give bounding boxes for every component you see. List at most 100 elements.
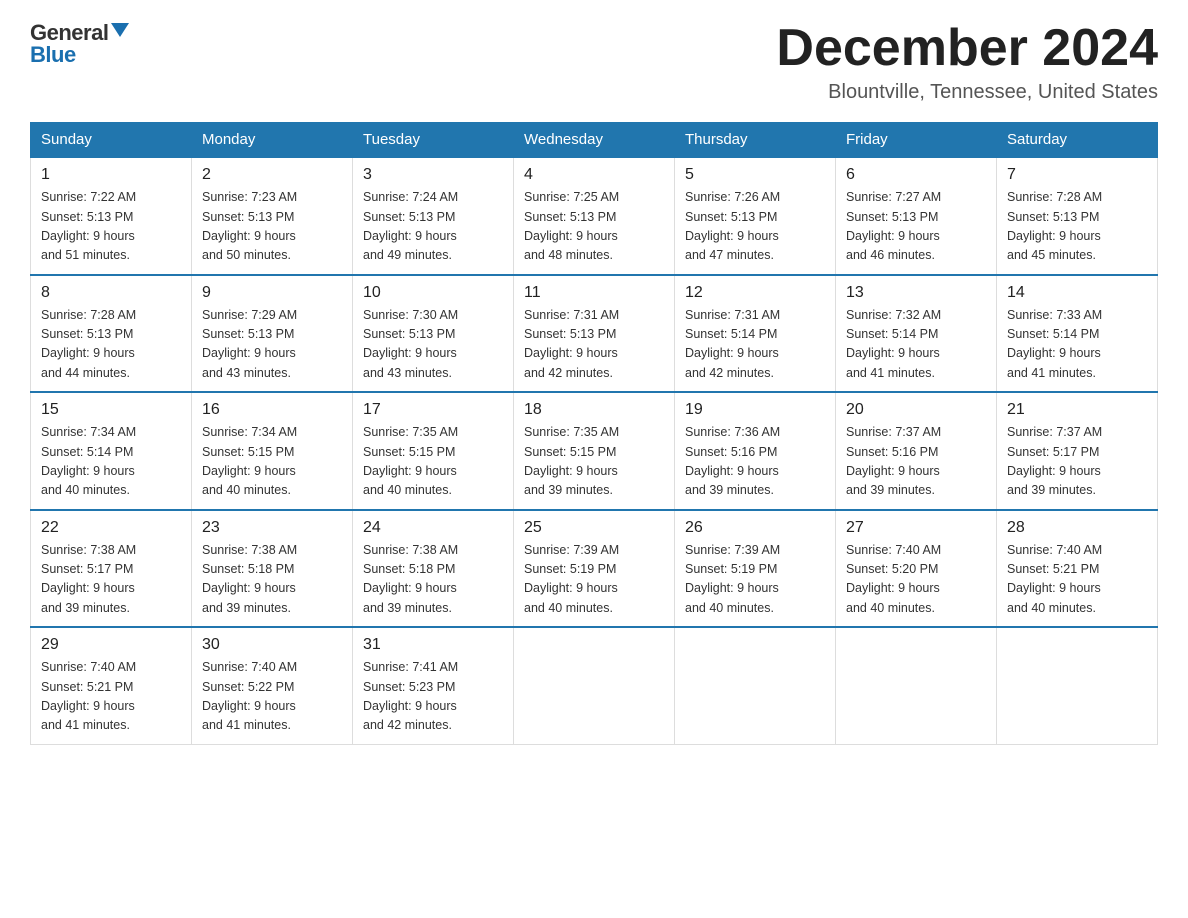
day-number: 23 <box>202 519 342 537</box>
day-info: Sunrise: 7:27 AM Sunset: 5:13 PM Dayligh… <box>846 188 986 266</box>
day-info: Sunrise: 7:40 AM Sunset: 5:22 PM Dayligh… <box>202 658 342 736</box>
calendar-cell: 22 Sunrise: 7:38 AM Sunset: 5:17 PM Dayl… <box>31 510 192 628</box>
day-info: Sunrise: 7:23 AM Sunset: 5:13 PM Dayligh… <box>202 188 342 266</box>
calendar-cell: 3 Sunrise: 7:24 AM Sunset: 5:13 PM Dayli… <box>353 157 514 275</box>
day-number: 30 <box>202 636 342 654</box>
day-number: 9 <box>202 284 342 302</box>
weekday-header-friday: Friday <box>836 123 997 158</box>
week-row-2: 8 Sunrise: 7:28 AM Sunset: 5:13 PM Dayli… <box>31 275 1158 393</box>
day-number: 28 <box>1007 519 1147 537</box>
day-info: Sunrise: 7:28 AM Sunset: 5:13 PM Dayligh… <box>41 306 181 384</box>
weekday-row: SundayMondayTuesdayWednesdayThursdayFrid… <box>31 123 1158 158</box>
calendar-cell <box>836 627 997 744</box>
day-info: Sunrise: 7:39 AM Sunset: 5:19 PM Dayligh… <box>524 541 664 619</box>
day-number: 14 <box>1007 284 1147 302</box>
week-row-5: 29 Sunrise: 7:40 AM Sunset: 5:21 PM Dayl… <box>31 627 1158 744</box>
calendar-cell: 18 Sunrise: 7:35 AM Sunset: 5:15 PM Dayl… <box>514 392 675 510</box>
day-number: 1 <box>41 166 181 184</box>
day-number: 24 <box>363 519 503 537</box>
day-number: 4 <box>524 166 664 184</box>
day-info: Sunrise: 7:38 AM Sunset: 5:18 PM Dayligh… <box>363 541 503 619</box>
day-info: Sunrise: 7:26 AM Sunset: 5:13 PM Dayligh… <box>685 188 825 266</box>
weekday-header-tuesday: Tuesday <box>353 123 514 158</box>
day-number: 19 <box>685 401 825 419</box>
day-number: 11 <box>524 284 664 302</box>
day-info: Sunrise: 7:34 AM Sunset: 5:15 PM Dayligh… <box>202 423 342 501</box>
weekday-header-wednesday: Wednesday <box>514 123 675 158</box>
day-info: Sunrise: 7:35 AM Sunset: 5:15 PM Dayligh… <box>524 423 664 501</box>
logo-blue-text: Blue <box>30 42 76 68</box>
calendar-cell: 21 Sunrise: 7:37 AM Sunset: 5:17 PM Dayl… <box>997 392 1158 510</box>
day-number: 27 <box>846 519 986 537</box>
day-info: Sunrise: 7:31 AM Sunset: 5:13 PM Dayligh… <box>524 306 664 384</box>
day-number: 15 <box>41 401 181 419</box>
day-info: Sunrise: 7:25 AM Sunset: 5:13 PM Dayligh… <box>524 188 664 266</box>
day-info: Sunrise: 7:37 AM Sunset: 5:16 PM Dayligh… <box>846 423 986 501</box>
calendar-cell: 6 Sunrise: 7:27 AM Sunset: 5:13 PM Dayli… <box>836 157 997 275</box>
day-info: Sunrise: 7:35 AM Sunset: 5:15 PM Dayligh… <box>363 423 503 501</box>
calendar-cell: 20 Sunrise: 7:37 AM Sunset: 5:16 PM Dayl… <box>836 392 997 510</box>
page-header: General Blue December 2024 Blountville, … <box>30 20 1158 104</box>
logo-triangle-icon <box>111 23 129 37</box>
day-number: 17 <box>363 401 503 419</box>
day-info: Sunrise: 7:41 AM Sunset: 5:23 PM Dayligh… <box>363 658 503 736</box>
calendar-cell: 28 Sunrise: 7:40 AM Sunset: 5:21 PM Dayl… <box>997 510 1158 628</box>
day-info: Sunrise: 7:22 AM Sunset: 5:13 PM Dayligh… <box>41 188 181 266</box>
calendar-cell: 31 Sunrise: 7:41 AM Sunset: 5:23 PM Dayl… <box>353 627 514 744</box>
calendar-subtitle: Blountville, Tennessee, United States <box>776 81 1158 104</box>
day-number: 25 <box>524 519 664 537</box>
day-info: Sunrise: 7:37 AM Sunset: 5:17 PM Dayligh… <box>1007 423 1147 501</box>
calendar-cell: 16 Sunrise: 7:34 AM Sunset: 5:15 PM Dayl… <box>192 392 353 510</box>
calendar-cell: 14 Sunrise: 7:33 AM Sunset: 5:14 PM Dayl… <box>997 275 1158 393</box>
calendar-cell: 2 Sunrise: 7:23 AM Sunset: 5:13 PM Dayli… <box>192 157 353 275</box>
day-info: Sunrise: 7:38 AM Sunset: 5:18 PM Dayligh… <box>202 541 342 619</box>
day-info: Sunrise: 7:38 AM Sunset: 5:17 PM Dayligh… <box>41 541 181 619</box>
day-number: 12 <box>685 284 825 302</box>
day-number: 5 <box>685 166 825 184</box>
day-number: 31 <box>363 636 503 654</box>
calendar-header: SundayMondayTuesdayWednesdayThursdayFrid… <box>31 123 1158 158</box>
calendar-cell: 29 Sunrise: 7:40 AM Sunset: 5:21 PM Dayl… <box>31 627 192 744</box>
day-info: Sunrise: 7:30 AM Sunset: 5:13 PM Dayligh… <box>363 306 503 384</box>
day-number: 26 <box>685 519 825 537</box>
calendar-cell: 8 Sunrise: 7:28 AM Sunset: 5:13 PM Dayli… <box>31 275 192 393</box>
weekday-header-saturday: Saturday <box>997 123 1158 158</box>
day-info: Sunrise: 7:40 AM Sunset: 5:21 PM Dayligh… <box>1007 541 1147 619</box>
day-number: 21 <box>1007 401 1147 419</box>
calendar-cell: 7 Sunrise: 7:28 AM Sunset: 5:13 PM Dayli… <box>997 157 1158 275</box>
day-info: Sunrise: 7:28 AM Sunset: 5:13 PM Dayligh… <box>1007 188 1147 266</box>
calendar-cell <box>997 627 1158 744</box>
calendar-cell: 26 Sunrise: 7:39 AM Sunset: 5:19 PM Dayl… <box>675 510 836 628</box>
day-number: 8 <box>41 284 181 302</box>
day-number: 16 <box>202 401 342 419</box>
day-info: Sunrise: 7:24 AM Sunset: 5:13 PM Dayligh… <box>363 188 503 266</box>
day-info: Sunrise: 7:32 AM Sunset: 5:14 PM Dayligh… <box>846 306 986 384</box>
weekday-header-thursday: Thursday <box>675 123 836 158</box>
calendar-cell: 5 Sunrise: 7:26 AM Sunset: 5:13 PM Dayli… <box>675 157 836 275</box>
day-number: 6 <box>846 166 986 184</box>
calendar-cell: 23 Sunrise: 7:38 AM Sunset: 5:18 PM Dayl… <box>192 510 353 628</box>
calendar-cell: 17 Sunrise: 7:35 AM Sunset: 5:15 PM Dayl… <box>353 392 514 510</box>
day-number: 22 <box>41 519 181 537</box>
day-info: Sunrise: 7:40 AM Sunset: 5:20 PM Dayligh… <box>846 541 986 619</box>
day-info: Sunrise: 7:29 AM Sunset: 5:13 PM Dayligh… <box>202 306 342 384</box>
calendar-cell: 15 Sunrise: 7:34 AM Sunset: 5:14 PM Dayl… <box>31 392 192 510</box>
day-number: 20 <box>846 401 986 419</box>
calendar-cell: 27 Sunrise: 7:40 AM Sunset: 5:20 PM Dayl… <box>836 510 997 628</box>
day-number: 18 <box>524 401 664 419</box>
title-block: December 2024 Blountville, Tennessee, Un… <box>776 20 1158 104</box>
calendar-cell: 4 Sunrise: 7:25 AM Sunset: 5:13 PM Dayli… <box>514 157 675 275</box>
day-info: Sunrise: 7:39 AM Sunset: 5:19 PM Dayligh… <box>685 541 825 619</box>
calendar-cell: 19 Sunrise: 7:36 AM Sunset: 5:16 PM Dayl… <box>675 392 836 510</box>
week-row-3: 15 Sunrise: 7:34 AM Sunset: 5:14 PM Dayl… <box>31 392 1158 510</box>
calendar-cell: 24 Sunrise: 7:38 AM Sunset: 5:18 PM Dayl… <box>353 510 514 628</box>
day-number: 10 <box>363 284 503 302</box>
day-info: Sunrise: 7:31 AM Sunset: 5:14 PM Dayligh… <box>685 306 825 384</box>
calendar-cell <box>675 627 836 744</box>
calendar-cell: 30 Sunrise: 7:40 AM Sunset: 5:22 PM Dayl… <box>192 627 353 744</box>
week-row-1: 1 Sunrise: 7:22 AM Sunset: 5:13 PM Dayli… <box>31 157 1158 275</box>
day-number: 3 <box>363 166 503 184</box>
day-info: Sunrise: 7:36 AM Sunset: 5:16 PM Dayligh… <box>685 423 825 501</box>
day-number: 2 <box>202 166 342 184</box>
day-info: Sunrise: 7:40 AM Sunset: 5:21 PM Dayligh… <box>41 658 181 736</box>
